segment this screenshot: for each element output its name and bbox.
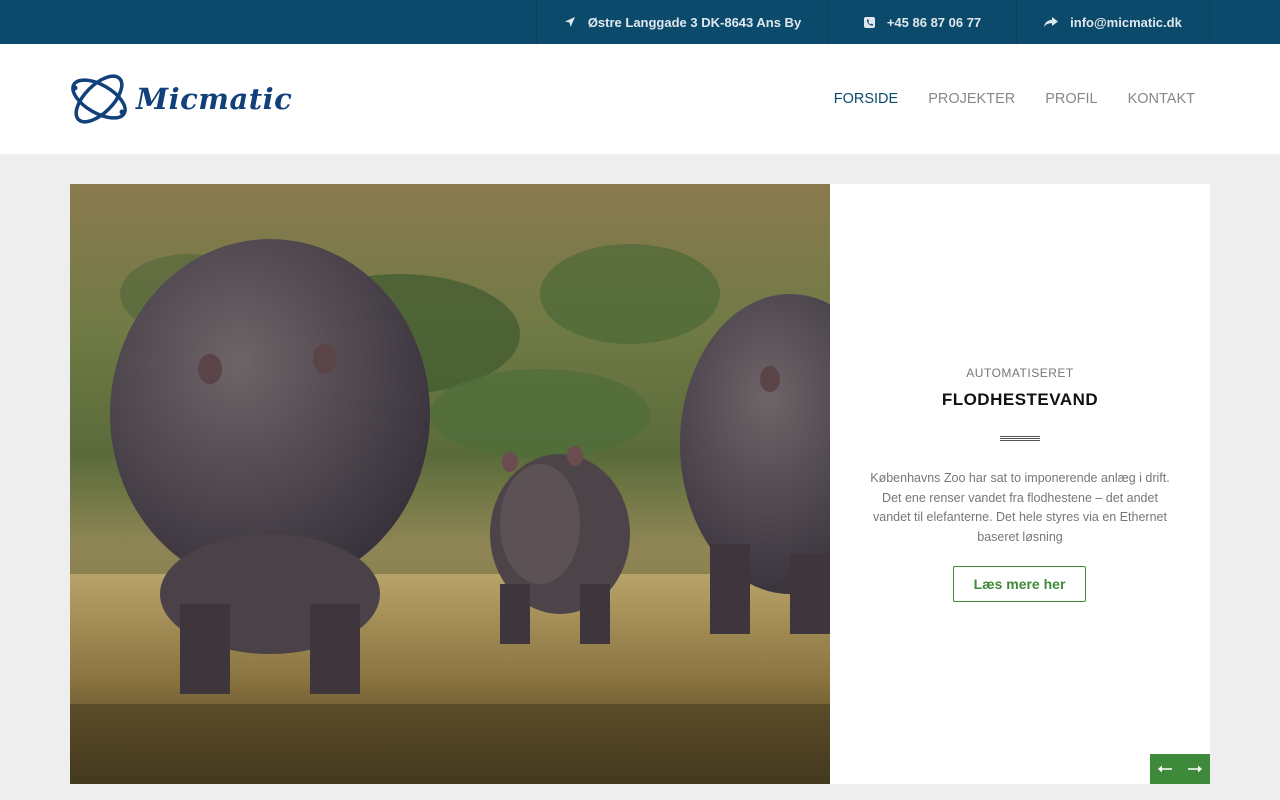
address-item: Østre Langgade 3 DK-8643 Ans By xyxy=(536,0,828,44)
nav-item-kontakt[interactable]: KONTAKT xyxy=(1128,91,1195,107)
prev-slide-button[interactable] xyxy=(1150,754,1180,784)
phone-icon xyxy=(863,16,875,28)
nav-item-profil[interactable]: PROFIL xyxy=(1045,91,1097,107)
atom-logo-icon xyxy=(71,74,127,124)
nav-item-forside[interactable]: FORSIDE xyxy=(834,91,898,107)
phone-text[interactable]: +45 86 87 06 77 xyxy=(887,15,981,30)
hippo-photo xyxy=(70,184,830,784)
arrow-left-icon xyxy=(1158,765,1172,773)
address-text: Østre Langgade 3 DK-8643 Ans By xyxy=(587,14,802,30)
slide-pretitle: AUTOMATISERET xyxy=(966,366,1074,380)
slide-description: Københavns Zoo har sat to imponerende an… xyxy=(870,471,1170,544)
read-more-button[interactable]: Læs mere her xyxy=(953,566,1086,602)
slide-title: FLODHESTEVAND xyxy=(941,390,1099,409)
email-link[interactable]: info@micmatic.dk xyxy=(1070,15,1182,30)
logo[interactable]: Micmatic xyxy=(68,68,292,130)
main-nav: FORSIDE PROJEKTER PROFIL KONTAKT xyxy=(804,44,1195,154)
slide-caption-panel: AUTOMATISERET FLODHESTEVAND Københavns Z… xyxy=(830,184,1210,784)
arrow-right-icon xyxy=(1188,765,1202,773)
site-header: Micmatic FORSIDE PROJEKTER PROFIL KONTAK… xyxy=(0,44,1280,154)
phone-item[interactable]: +45 86 87 06 77 xyxy=(827,0,1017,44)
location-arrow-icon xyxy=(564,16,576,28)
next-slide-button[interactable] xyxy=(1180,754,1210,784)
nav-item-projekter[interactable]: PROJEKTER xyxy=(928,91,1015,107)
hero-slider: AUTOMATISERET FLODHESTEVAND Københavns Z… xyxy=(70,184,1210,784)
top-contact-bar: Østre Langgade 3 DK-8643 Ans By +45 86 8… xyxy=(0,0,1280,44)
slider-controls xyxy=(1150,754,1210,784)
logo-text: Micmatic xyxy=(136,82,293,116)
email-item[interactable]: info@micmatic.dk xyxy=(1016,0,1210,44)
title-divider xyxy=(1000,436,1040,442)
share-icon xyxy=(1044,16,1059,28)
